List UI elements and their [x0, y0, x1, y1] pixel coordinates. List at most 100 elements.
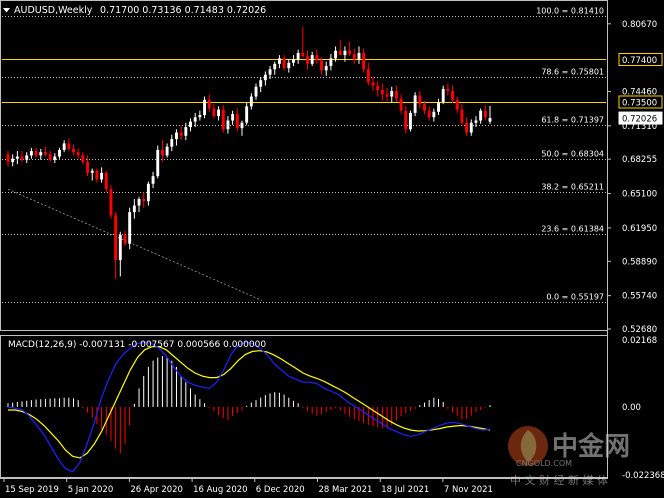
candlestick-series [6, 26, 492, 279]
bull-candle [268, 69, 272, 75]
bear-candle [460, 109, 464, 123]
price-tick-label: 0.65100 [622, 190, 657, 200]
bear-candle [72, 148, 75, 153]
bull-candle [128, 212, 132, 244]
bear-candle [43, 152, 47, 155]
bear-candle [86, 161, 90, 173]
chart-window[interactable]: 100.0 = 0.81410 78.6 = 0.75801 61.8 = 0.71… [0, 0, 664, 498]
bear-candle [306, 56, 309, 64]
macd-label: MACD(12,26,9) -0.007131 -0.007567 0.0005… [8, 340, 266, 350]
bull-candle [474, 120, 478, 123]
bull-candle [100, 172, 104, 180]
bear-candle [95, 170, 99, 180]
bear-candle [394, 91, 398, 99]
bear-candle [348, 50, 352, 55]
bull-candle [62, 143, 66, 150]
bull-candle [329, 58, 333, 67]
bear-candle [404, 110, 408, 130]
bear-candle [320, 60, 323, 71]
time-tick-label: 6 Dec 2020 [256, 485, 305, 495]
bear-candle [315, 55, 319, 61]
bear-candle [109, 189, 113, 216]
bull-candle [118, 235, 122, 261]
bear-candle [67, 143, 71, 149]
price-highlight-label: 0.72026 [622, 115, 657, 125]
fibo-level-label: 61.8 = 0.71397 [541, 116, 604, 125]
bear-candle [366, 69, 370, 83]
bull-candle [184, 127, 188, 136]
bull-candle [203, 99, 206, 116]
bear-candle [385, 94, 389, 97]
watermark-domain: CNGOLD.COM [516, 459, 572, 468]
bear-candle [179, 132, 183, 136]
bull-candle [217, 109, 221, 117]
bull-candle [479, 110, 483, 121]
time-tick-label: 16 Aug 2020 [193, 485, 247, 495]
bear-candle [235, 113, 239, 129]
fibonacci-retracement[interactable]: 100.0 = 0.81410 78.6 = 0.75801 61.8 = 0.71… [2, 7, 606, 303]
bull-candle [390, 91, 394, 97]
bull-candle [357, 52, 361, 60]
symbol-title: AUDUSD,Weekly [14, 5, 93, 16]
bull-candle [189, 121, 192, 128]
time-tick-label: 5 Jan 2020 [68, 485, 114, 495]
bull-candle [277, 58, 281, 64]
bear-candle [423, 104, 426, 111]
bull-candle [296, 52, 300, 60]
bull-candle [240, 122, 244, 129]
bear-candle [160, 149, 164, 156]
macd-scale-label: 0.02168 [622, 336, 657, 346]
bull-candle [170, 139, 174, 147]
bull-candle [408, 112, 412, 130]
macd-scale-label: 0.00 [622, 403, 641, 413]
bear-candle [483, 110, 487, 118]
bear-candle [20, 156, 24, 160]
watermark-brand: 中金网 [552, 431, 630, 462]
price-tick-label: 0.58890 [622, 257, 657, 267]
bear-candle [6, 154, 10, 162]
bear-candle [380, 89, 384, 95]
bear-candle [207, 99, 211, 109]
price-tick-label: 0.61950 [622, 224, 657, 234]
bear-candle [352, 54, 356, 60]
price-tick-label: 0.52680 [622, 325, 657, 335]
bear-candle [76, 152, 80, 156]
bull-candle [413, 95, 417, 113]
bull-candle [488, 118, 492, 122]
bull-candle [334, 50, 338, 59]
bull-candle [29, 151, 33, 156]
price-panel[interactable]: 100.0 = 0.81410 78.6 = 0.75801 61.8 = 0.71… [0, 0, 608, 331]
bear-candle [212, 108, 216, 117]
bull-candle [39, 152, 43, 156]
bull-candle [165, 146, 169, 156]
bull-candle [324, 66, 328, 71]
fibo-level-label: 38.2 = 0.65211 [541, 183, 604, 192]
bull-candle [437, 101, 440, 112]
bull-candle [469, 122, 473, 133]
bear-candle [427, 110, 431, 118]
bear-candle [142, 199, 146, 202]
watermark-slogan: 中 文 财 经 新 媒 体 [510, 473, 608, 487]
fibo-level-label: 0.0 = 0.55197 [546, 293, 604, 302]
bear-candle [455, 99, 459, 110]
bull-candle [90, 170, 94, 173]
bull-candle [287, 62, 291, 69]
bear-candle [48, 154, 52, 160]
macd-signal-line [8, 346, 491, 459]
bull-candle [58, 149, 61, 157]
bear-candle [123, 235, 127, 244]
time-tick-label: 18 Jul 2021 [381, 485, 429, 495]
bull-candle [132, 205, 136, 213]
bull-candle [193, 117, 197, 122]
price-tick-label: 0.68255 [622, 155, 657, 165]
fibo-level-label: 100.0 = 0.81410 [536, 7, 604, 16]
time-tick-label: 15 Sep 2019 [5, 485, 59, 495]
bull-candle [198, 115, 202, 118]
price-tick-labels: 0.806700.744600.713100.682550.651000.619… [607, 20, 657, 335]
bear-candle [301, 52, 305, 57]
cngold-watermark: 中金网 CNGOLD.COM 中 文 财 经 新 媒 体 [508, 426, 630, 487]
fibo-level-label: 78.6 = 0.75801 [541, 68, 604, 77]
horizontal-levels[interactable] [2, 59, 606, 103]
time-tick-label: 28 Mar 2021 [319, 485, 373, 495]
triangle-down-icon[interactable] [3, 8, 10, 13]
